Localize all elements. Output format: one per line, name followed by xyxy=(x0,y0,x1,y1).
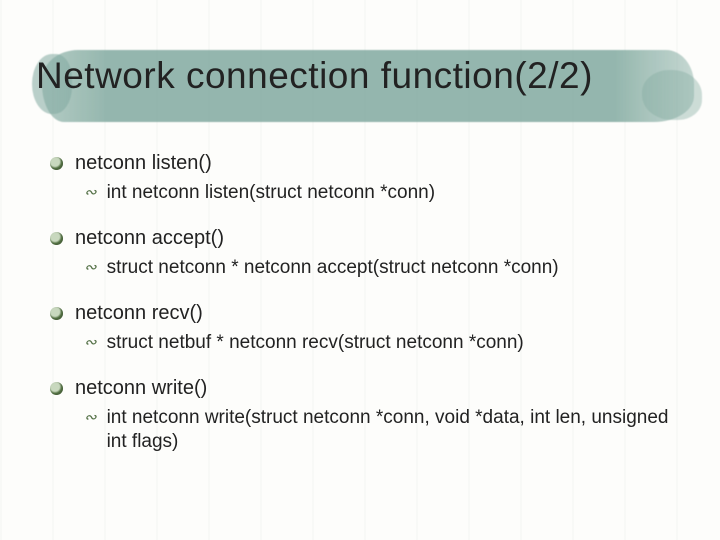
sphere-bullet-icon xyxy=(50,307,63,320)
function-name: netconn accept() xyxy=(75,227,224,250)
function-signature: struct netbuf * netconn recv(struct netc… xyxy=(107,331,524,355)
function-signature: int netconn listen(struct netconn *conn) xyxy=(107,181,435,205)
function-name: netconn listen() xyxy=(75,152,212,175)
list-item: netconn recv() ∾ struct netbuf * netconn… xyxy=(50,302,680,355)
title-area: Network connection function(2/2) xyxy=(30,44,702,122)
content-area: netconn listen() ∾ int netconn listen(st… xyxy=(50,152,680,476)
list-item: netconn write() ∾ int netconn write(stru… xyxy=(50,377,680,454)
tilde-bullet-icon: ∾ xyxy=(84,181,97,205)
function-name: netconn write() xyxy=(75,377,207,400)
slide-title: Network connection function(2/2) xyxy=(30,44,702,97)
level1-row: netconn write() xyxy=(50,377,680,400)
level2-row: ∾ struct netconn * netconn accept(struct… xyxy=(84,256,680,280)
list-item: netconn listen() ∾ int netconn listen(st… xyxy=(50,152,680,205)
function-name: netconn recv() xyxy=(75,302,203,325)
function-signature: struct netconn * netconn accept(struct n… xyxy=(107,256,559,280)
tilde-bullet-icon: ∾ xyxy=(84,406,97,430)
function-signature: int netconn write(struct netconn *conn, … xyxy=(107,406,680,454)
tilde-bullet-icon: ∾ xyxy=(84,256,97,280)
level2-row: ∾ int netconn write(struct netconn *conn… xyxy=(84,406,680,454)
level2-row: ∾ struct netbuf * netconn recv(struct ne… xyxy=(84,331,680,355)
sphere-bullet-icon xyxy=(50,382,63,395)
sphere-bullet-icon xyxy=(50,232,63,245)
level1-row: netconn accept() xyxy=(50,227,680,250)
level1-row: netconn recv() xyxy=(50,302,680,325)
sphere-bullet-icon xyxy=(50,157,63,170)
level1-row: netconn listen() xyxy=(50,152,680,175)
tilde-bullet-icon: ∾ xyxy=(84,331,97,355)
level2-row: ∾ int netconn listen(struct netconn *con… xyxy=(84,181,680,205)
list-item: netconn accept() ∾ struct netconn * netc… xyxy=(50,227,680,280)
